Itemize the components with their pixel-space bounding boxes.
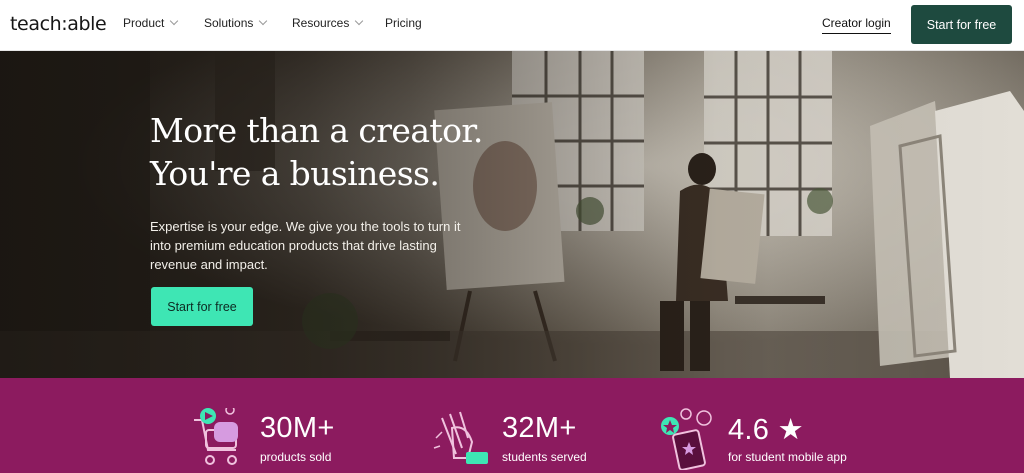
shopping-cart-icon: [194, 408, 238, 465]
nav-item-label: Solutions: [204, 16, 254, 30]
headline-line-2: You're a business.: [150, 154, 440, 193]
chevron-down-icon: [170, 16, 179, 26]
chevron-down-icon: [355, 16, 364, 26]
nav-item-solutions[interactable]: Solutions: [204, 16, 268, 30]
stat-value: 4.6 ★: [728, 414, 804, 446]
stat-mobile-app-rating: 4.6 ★ for student mobile app: [660, 378, 870, 473]
stat-students-served: 32M+ students served: [432, 378, 632, 473]
nav-item-label: Product: [123, 16, 165, 30]
headline-line-1: More than a creator.: [150, 111, 483, 150]
hero-overlay: [0, 51, 1024, 378]
top-navigation: teach:able Product Solutions Resources P…: [0, 0, 1024, 51]
stat-label: products sold: [260, 450, 332, 464]
creator-login-link[interactable]: Creator login: [822, 16, 891, 34]
hero-subtext: Expertise is your edge. We give you the …: [150, 219, 461, 272]
stats-band: 30M+ products sold 32M+ students served …: [0, 378, 1024, 473]
hero-section: More than a creator. You're a business. …: [0, 51, 1024, 378]
stat-value: 30M+: [260, 412, 335, 444]
stat-value: 32M+: [502, 412, 577, 444]
hero-start-for-free-button[interactable]: Start for free: [151, 287, 253, 326]
chevron-down-icon: [259, 16, 268, 26]
nav-item-resources[interactable]: Resources: [292, 16, 364, 30]
hero-headline: More than a creator. You're a business.: [150, 109, 570, 195]
teachable-logo[interactable]: teach:able: [10, 13, 107, 35]
nav-item-product[interactable]: Product: [123, 16, 179, 30]
nav-item-label: Resources: [292, 16, 350, 30]
nav-item-pricing[interactable]: Pricing: [385, 16, 422, 30]
clapping-hands-icon: [433, 411, 488, 464]
mobile-app-icon: [661, 408, 712, 470]
start-for-free-button[interactable]: Start for free: [911, 5, 1012, 44]
stat-products-sold: 30M+ products sold: [190, 378, 390, 473]
nav-item-label: Pricing: [385, 16, 422, 30]
stat-label: for student mobile app: [728, 450, 847, 464]
stat-label: students served: [502, 450, 587, 464]
